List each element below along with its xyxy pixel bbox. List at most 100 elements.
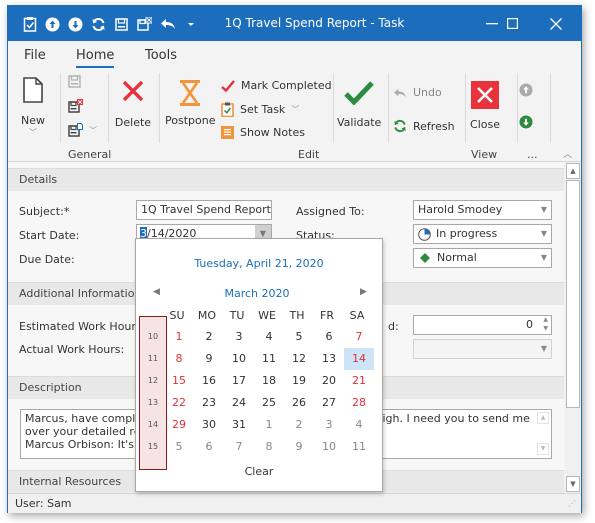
calendar-day[interactable]: 4 bbox=[254, 326, 284, 348]
calendar-day[interactable]: 2 bbox=[194, 326, 224, 348]
refresh-icon bbox=[394, 119, 406, 133]
close-button[interactable]: Close bbox=[469, 81, 501, 131]
calendar-day[interactable]: 10 bbox=[314, 436, 344, 458]
calendar-day[interactable]: 27 bbox=[314, 392, 344, 414]
set-task-button[interactable]: Set Task ﹀ bbox=[221, 102, 299, 117]
calendar-day[interactable]: 17 bbox=[224, 370, 254, 392]
calendar-day[interactable]: 9 bbox=[194, 348, 224, 370]
mark-completed-button[interactable]: Mark Completed bbox=[221, 79, 332, 92]
calendar-day[interactable]: 1 bbox=[254, 414, 284, 436]
delete-button[interactable]: Delete bbox=[114, 79, 152, 129]
calendar-day[interactable]: 7 bbox=[344, 326, 374, 348]
postpone-button[interactable]: Postpone bbox=[165, 79, 215, 127]
calendar-day[interactable]: 13 bbox=[314, 348, 344, 370]
resize-grip-icon[interactable]: ⋰ bbox=[568, 494, 576, 513]
next-item-button[interactable] bbox=[519, 115, 533, 132]
calendar-day[interactable]: 9 bbox=[284, 436, 314, 458]
week-number: 15 bbox=[147, 442, 159, 451]
tab-tools[interactable]: Tools bbox=[145, 48, 177, 63]
undo-icon bbox=[394, 88, 406, 97]
chevron-down-icon: ▼ bbox=[540, 344, 547, 353]
scroll-down-button[interactable]: ▼ bbox=[566, 476, 580, 492]
calendar-day[interactable]: 8 bbox=[164, 348, 194, 370]
assigned-to-select[interactable]: Harold Smodey ▼ bbox=[413, 200, 552, 220]
calendar-day[interactable]: 19 bbox=[284, 370, 314, 392]
calendar-day[interactable]: 5 bbox=[284, 326, 314, 348]
tab-home[interactable]: Home bbox=[76, 48, 115, 68]
estimated-work-hours-label: Estimated Work Hours: bbox=[19, 320, 146, 333]
hours-label-fragment: d: bbox=[388, 320, 399, 333]
calendar-day[interactable]: 3 bbox=[314, 414, 344, 436]
actual-work-hours-label: Actual Work Hours: bbox=[19, 343, 125, 356]
calendar-day[interactable]: 30 bbox=[194, 414, 224, 436]
mark-completed-label: Mark Completed bbox=[241, 79, 332, 92]
scroll-up-button[interactable]: ▲ bbox=[566, 163, 580, 179]
week-number: 10 bbox=[147, 332, 159, 341]
show-notes-button[interactable]: Show Notes bbox=[221, 126, 305, 139]
calendar-day[interactable]: 18 bbox=[254, 370, 284, 392]
previous-item-button[interactable] bbox=[519, 83, 533, 100]
calendar-day[interactable]: 6 bbox=[194, 436, 224, 458]
spin-buttons[interactable]: ▲ ▼ bbox=[543, 315, 548, 333]
calendar-day[interactable]: 11 bbox=[254, 348, 284, 370]
section-details[interactable]: Details bbox=[8, 168, 564, 191]
description-scrollbar[interactable]: ▲ ▼ bbox=[535, 410, 551, 458]
form-scrollbar[interactable]: ▲ ▼ bbox=[565, 163, 581, 493]
assigned-to-label: Assigned To: bbox=[296, 205, 365, 218]
calendar-day[interactable]: 4 bbox=[344, 414, 374, 436]
calendar-day[interactable]: 2 bbox=[284, 414, 314, 436]
calendar-day[interactable]: 26 bbox=[284, 392, 314, 414]
save-and-new-button[interactable]: ﹀ bbox=[68, 123, 97, 138]
refresh-button[interactable]: Refresh bbox=[393, 119, 455, 133]
calendar-day[interactable]: 6 bbox=[314, 326, 344, 348]
today-link[interactable]: Tuesday, April 21, 2020 bbox=[136, 257, 382, 270]
maximize-button[interactable] bbox=[490, 6, 534, 41]
calendar-day[interactable]: 3 bbox=[224, 326, 254, 348]
ribbon-separator bbox=[465, 73, 466, 143]
ribbon-tabs: File Home Tools bbox=[8, 41, 581, 69]
calendar-day[interactable]: 8 bbox=[254, 436, 284, 458]
calendar-day[interactable]: 31 bbox=[224, 414, 254, 436]
validate-button[interactable]: Validate bbox=[337, 81, 381, 129]
calendar-day[interactable]: 21 bbox=[344, 370, 374, 392]
save-button[interactable] bbox=[68, 75, 81, 91]
collapse-ribbon-button[interactable]: ︿ bbox=[563, 147, 572, 160]
week-number: 13 bbox=[147, 398, 159, 407]
month-title[interactable]: March 2020 bbox=[134, 287, 380, 300]
scroll-down-icon[interactable]: ▼ bbox=[537, 443, 549, 455]
ribbon-separator bbox=[550, 73, 551, 143]
new-button[interactable]: New ﹀ bbox=[18, 77, 48, 138]
calendar-day[interactable]: 15 bbox=[164, 370, 194, 392]
calendar-day[interactable]: 25 bbox=[254, 392, 284, 414]
status-select[interactable]: In progress ▼ bbox=[413, 224, 552, 244]
undo-button[interactable]: Undo bbox=[393, 86, 442, 99]
next-month-button[interactable]: ▶ bbox=[360, 287, 367, 297]
calendar-day[interactable]: 12 bbox=[284, 348, 314, 370]
close-label: Close bbox=[470, 118, 500, 131]
calendar-day[interactable]: 20 bbox=[314, 370, 344, 392]
calendar-day[interactable]: 16 bbox=[194, 370, 224, 392]
calendar-day[interactable]: 29 bbox=[164, 414, 194, 436]
priority-value: Normal bbox=[437, 251, 477, 264]
title-bar: 1Q Travel Spend Report - Task bbox=[8, 6, 581, 41]
calendar-day-selected[interactable]: 14 bbox=[344, 348, 374, 370]
calendar-day[interactable]: 5 bbox=[164, 436, 194, 458]
calendar-day[interactable]: 28 bbox=[344, 392, 374, 414]
save-and-close-button[interactable] bbox=[68, 99, 83, 117]
close-window-button[interactable] bbox=[534, 6, 578, 41]
calendar-day[interactable]: 23 bbox=[194, 392, 224, 414]
work-hours-spin-input[interactable]: 0 ▲ ▼ bbox=[413, 315, 552, 335]
calendar-day[interactable]: 24 bbox=[224, 392, 254, 414]
priority-select[interactable]: Normal ▼ bbox=[413, 248, 552, 268]
ribbon-separator bbox=[60, 73, 61, 143]
calendar-day[interactable]: 22 bbox=[164, 392, 194, 414]
calendar-day[interactable]: 1 bbox=[164, 326, 194, 348]
subject-input[interactable]: 1Q Travel Spend Report bbox=[136, 200, 272, 220]
tab-file[interactable]: File bbox=[24, 48, 46, 63]
scroll-up-icon[interactable]: ▲ bbox=[537, 412, 549, 424]
clear-button[interactable]: Clear bbox=[136, 465, 382, 478]
calendar-day[interactable]: 10 bbox=[224, 348, 254, 370]
scroll-thumb[interactable] bbox=[566, 180, 580, 408]
calendar-day[interactable]: 11 bbox=[344, 436, 374, 458]
calendar-day[interactable]: 7 bbox=[224, 436, 254, 458]
